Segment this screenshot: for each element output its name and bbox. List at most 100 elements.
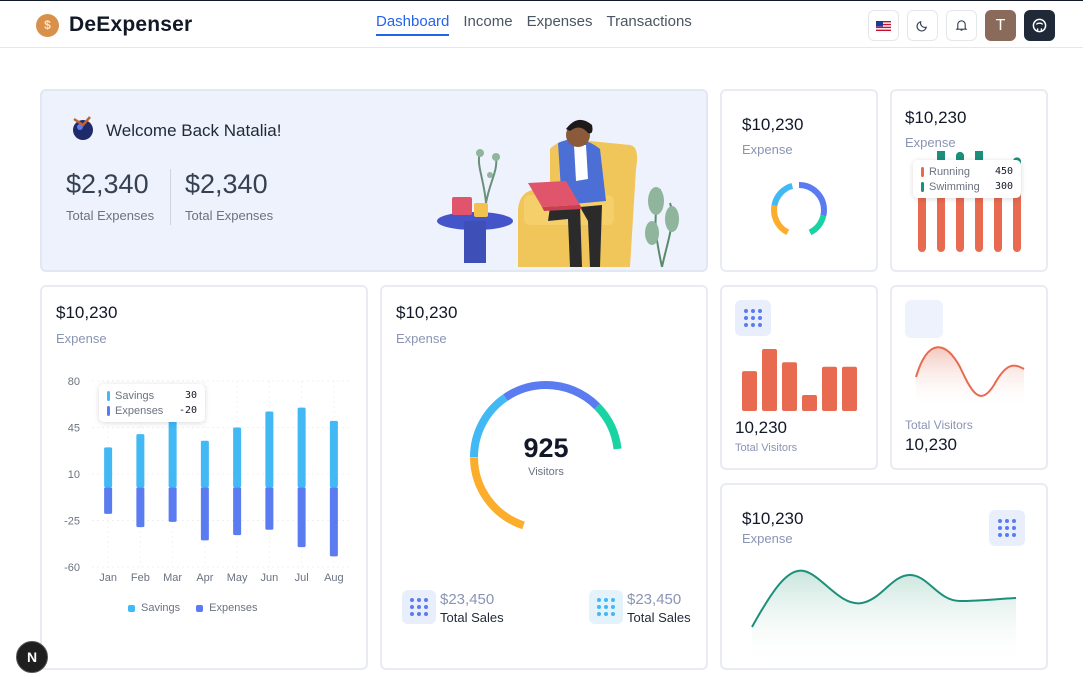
savings-tooltip: Savings 30 Expenses -20 — [99, 384, 205, 422]
expenses-bar[interactable] — [168, 487, 177, 522]
tooltip-row-swimming: Swimming 300 — [921, 179, 1013, 194]
card-label: Expense — [396, 331, 447, 346]
notifications-button[interactable] — [946, 10, 977, 41]
expenses-bar[interactable] — [136, 487, 145, 528]
expenses-bar[interactable] — [233, 487, 242, 536]
welcome-card: Welcome Back Natalia! $2,340 Total Expen… — [40, 89, 708, 272]
running-bar[interactable] — [918, 190, 926, 252]
tooltip-row-expenses: Expenses -20 — [107, 403, 197, 418]
x-tick-label: Jul — [295, 572, 309, 584]
visitor-bar[interactable] — [782, 362, 797, 411]
sales-icon-2 — [589, 590, 623, 624]
globe-badge-icon — [73, 116, 93, 140]
visitors-value: 10,230 — [735, 418, 787, 437]
tooltip-label: Swimming — [929, 180, 980, 193]
github-button[interactable] — [1024, 10, 1055, 41]
savings-bar[interactable] — [200, 440, 209, 488]
sales-icon-1 — [402, 590, 436, 624]
savings-bar[interactable] — [104, 447, 113, 488]
welcome-title: Welcome Back Natalia! — [106, 121, 282, 140]
expenses-bar[interactable] — [265, 487, 274, 530]
expense-area-chart — [751, 569, 1017, 666]
wave-value: 10,230 — [905, 435, 957, 454]
activity-tooltip: Running 450 Swimming 300 — [913, 160, 1021, 198]
card-amount: $10,230 — [742, 509, 804, 528]
savings-bar[interactable] — [297, 407, 306, 488]
card-label: Expense — [905, 135, 956, 150]
savings-bar[interactable] — [265, 411, 274, 488]
nav-dashboard[interactable]: Dashboard — [376, 13, 450, 36]
logo[interactable]: $ DeExpenser — [36, 13, 192, 37]
tooltip-label: Running — [929, 165, 970, 178]
visitor-bar[interactable] — [842, 366, 857, 411]
language-button[interactable] — [868, 10, 899, 41]
area-icon — [989, 510, 1025, 546]
us-flag-icon — [876, 20, 891, 31]
coin-icon: $ — [36, 13, 59, 37]
visitor-bar[interactable] — [762, 349, 777, 411]
savings-expenses-chart: 80 45 10 -25 -60 Jan Feb Mar Apr May Jun Jul Aug — [64, 376, 350, 584]
x-tick-label: May — [227, 572, 248, 584]
tooltip-label: Savings — [115, 389, 155, 402]
expenses-bar[interactable] — [104, 487, 113, 514]
y-tick-label: -25 — [64, 516, 80, 528]
gauge-label: Visitors — [528, 466, 564, 478]
github-icon — [1032, 18, 1047, 33]
next-dev-badge[interactable]: N — [16, 641, 48, 673]
sales-label-2: Total Sales — [627, 610, 691, 625]
expense-area-card: $10,230 Expense — [720, 483, 1048, 670]
chart-legend: Savings Expenses — [128, 602, 257, 614]
tooltip-value: 450 — [994, 166, 1013, 177]
bell-icon — [955, 20, 968, 31]
visitors-bars-card: 10,230 Total Visitors — [720, 285, 878, 470]
stat-value-1: $2,340 — [66, 169, 149, 199]
moon-icon — [916, 20, 928, 32]
visitor-bar[interactable] — [802, 395, 817, 411]
savings-expenses-card: $10,230 Expense 80 45 10 -25 -60 Jan Feb Mar Apr… — [40, 285, 368, 670]
expenses-bar[interactable] — [200, 487, 209, 541]
gauge-value: 925 — [523, 433, 569, 463]
expense-donut-card: $10,230 Expense — [720, 89, 878, 272]
savings-bar[interactable] — [233, 427, 242, 488]
x-tick-label: Jun — [261, 572, 279, 584]
nav-expenses[interactable]: Expenses — [527, 13, 593, 36]
expenses-bar[interactable] — [329, 487, 338, 557]
main-nav: Dashboard Income Expenses Transactions — [376, 13, 692, 36]
wave-icon-placeholder — [905, 300, 943, 338]
savings-bar[interactable] — [136, 434, 145, 488]
theme-toggle-button[interactable] — [907, 10, 938, 41]
y-tick-label: 10 — [68, 469, 80, 481]
sales-label-1: Total Sales — [440, 610, 504, 625]
savings-bar[interactable] — [168, 420, 177, 488]
tooltip-row-running: Running 450 — [921, 164, 1013, 179]
visitor-bar[interactable] — [822, 366, 837, 411]
tooltip-value: -20 — [178, 405, 197, 416]
card-label: Expense — [742, 531, 793, 546]
app-name: DeExpenser — [69, 13, 193, 36]
y-tick-label: 80 — [68, 376, 80, 388]
card-label: Expense — [56, 331, 107, 346]
visitor-bar[interactable] — [742, 371, 757, 411]
legend-expenses[interactable]: Expenses — [196, 602, 257, 614]
x-tick-label: Mar — [163, 572, 182, 584]
wave-label: Total Visitors — [905, 418, 973, 432]
card-label: Expense — [742, 142, 793, 157]
expenses-bar[interactable] — [297, 487, 306, 548]
stat-label-2: Total Expenses — [185, 208, 274, 223]
savings-bar[interactable] — [329, 420, 338, 488]
activity-bar-card: $10,230 Expense Running 450 Swimming 300 — [890, 89, 1048, 272]
nav-transactions[interactable]: Transactions — [606, 13, 691, 36]
x-tick-label: Jan — [99, 572, 117, 584]
user-avatar-button[interactable]: T — [985, 10, 1016, 41]
stat-divider — [170, 169, 171, 225]
nav-income[interactable]: Income — [463, 13, 512, 36]
card-amount: $10,230 — [742, 115, 804, 134]
sales-value-2: $23,450 — [627, 591, 682, 608]
stat-label-1: Total Expenses — [66, 208, 155, 223]
x-tick-label: Feb — [131, 572, 150, 584]
visitors-wave-card: Total Visitors 10,230 — [890, 285, 1048, 470]
app-header: $ DeExpenser Dashboard Income Expenses T… — [0, 1, 1083, 48]
legend-savings[interactable]: Savings — [128, 602, 180, 614]
header-actions: T — [868, 10, 1055, 41]
tooltip-row-savings: Savings 30 — [107, 388, 197, 403]
